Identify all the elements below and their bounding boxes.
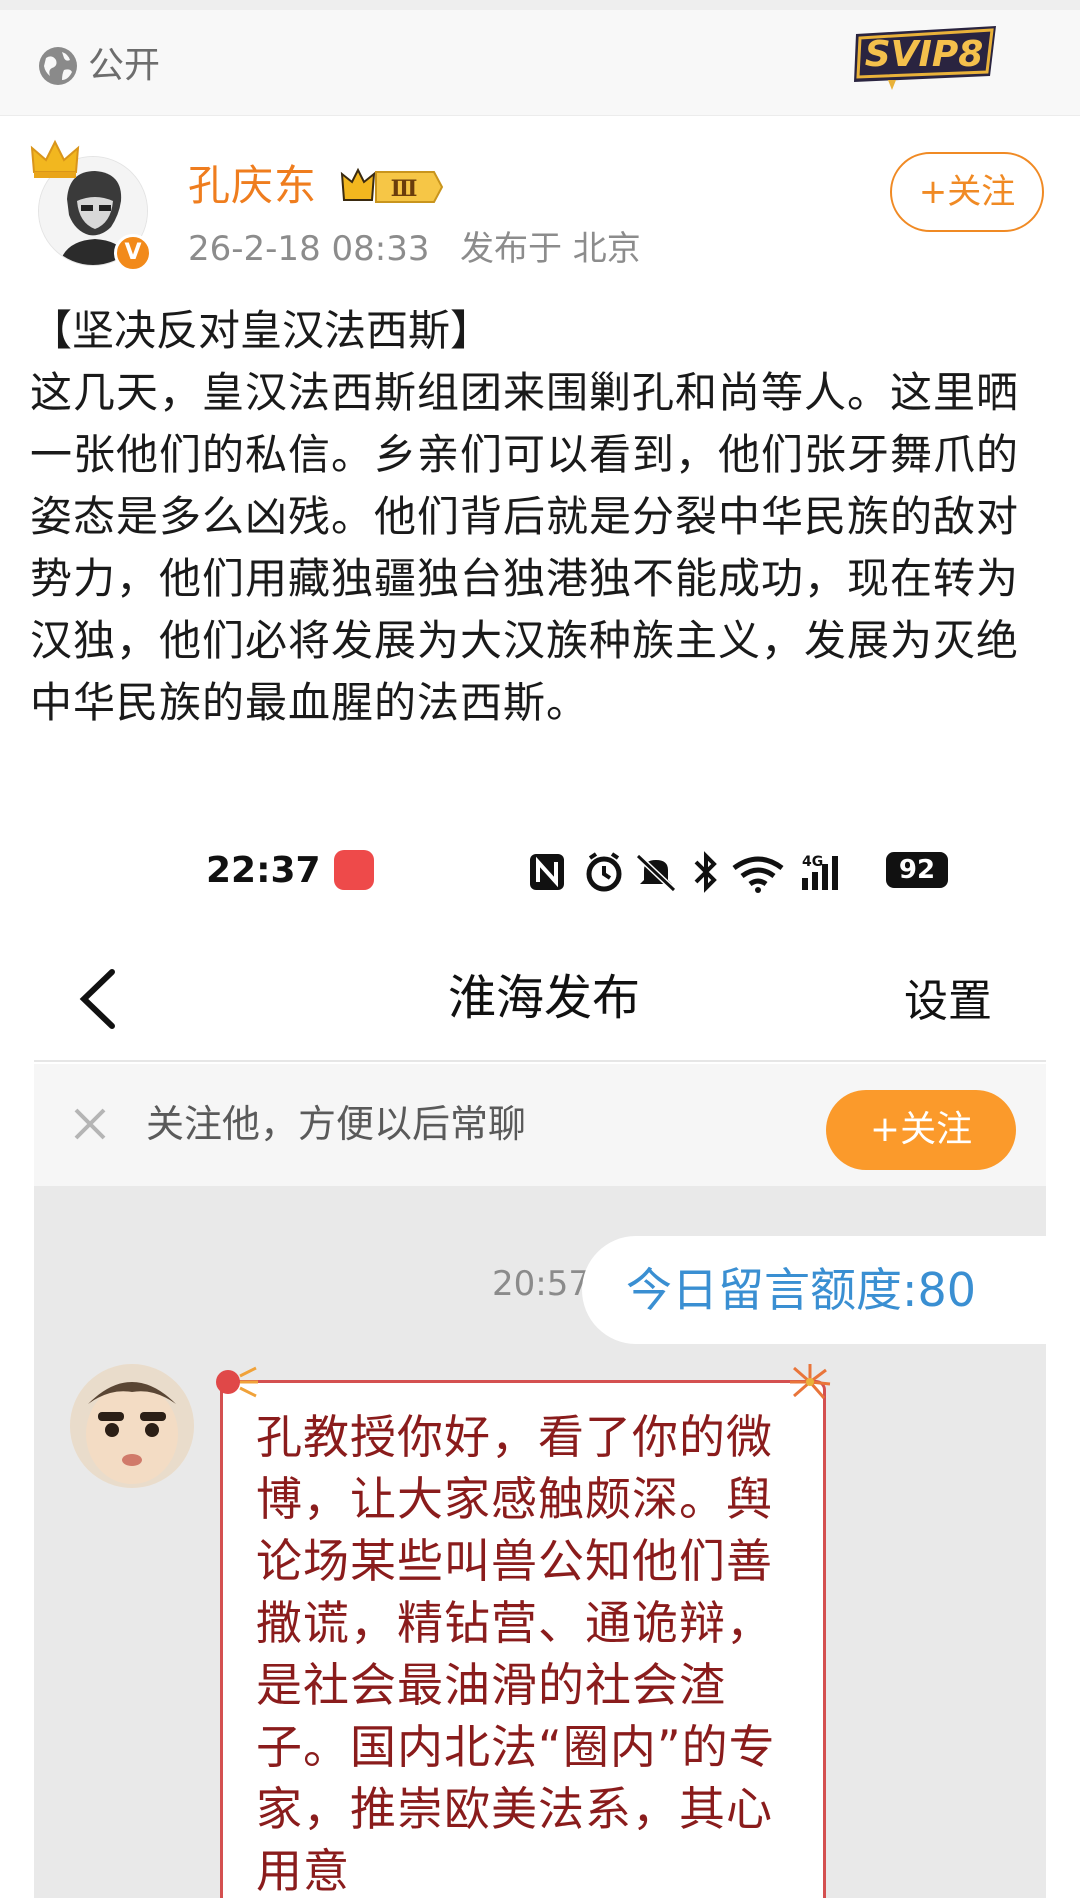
- network-label: 4G: [802, 854, 823, 870]
- back-icon[interactable]: [74, 966, 124, 1032]
- visibility-bar: 公开 SVIP8: [0, 10, 1080, 116]
- svip-badge: SVIP8: [854, 26, 996, 90]
- alarm-icon: [586, 852, 622, 892]
- battery-indicator: 92: [886, 852, 948, 888]
- wifi-icon: [732, 856, 784, 893]
- sender-avatar[interactable]: [70, 1364, 194, 1488]
- author-name[interactable]: 孔庆东: [188, 158, 317, 214]
- nfc-icon: [530, 854, 564, 890]
- mute-icon: [635, 853, 677, 893]
- post-time: 26-2-18 08:33: [188, 229, 430, 269]
- verified-icon: V: [114, 234, 152, 272]
- post-body: 这几天，皇汉法西斯组团来围剿孔和尚等人。这里晒一张他们的私信。乡亲们可以看到，他…: [30, 368, 1020, 727]
- prompt-follow-button[interactable]: +关注: [826, 1090, 1016, 1170]
- signal-icon: 4G: [802, 854, 838, 890]
- post-location: 发布于 北京: [460, 229, 641, 269]
- settings-button[interactable]: 设置: [904, 972, 992, 1032]
- follow-prompt-text: 关注他，方便以后常聊: [146, 1102, 527, 1146]
- svip-badge-text: SVIP8: [865, 34, 984, 75]
- status-time: 22:37: [206, 850, 321, 891]
- crown-icon: [30, 139, 80, 178]
- author-avatar-wrap[interactable]: V: [30, 139, 154, 272]
- level-badge: Ⅲ: [340, 167, 444, 203]
- globe-icon: [39, 47, 77, 85]
- chat-area: 20:57 今日留言额度:80 孔教授你好，看了你的微博，让大家感触颇深。舆论场…: [34, 1186, 1046, 1898]
- top-strip: [0, 0, 1080, 10]
- level-badge-text: Ⅲ: [391, 176, 418, 202]
- app-notification-icon: [334, 850, 374, 890]
- firecracker-deco-icon: [216, 1366, 258, 1398]
- quota-bubble: 今日留言额度:80: [582, 1236, 1046, 1344]
- follow-button[interactable]: +关注: [890, 152, 1044, 232]
- chat-timestamp: 20:57: [492, 1264, 590, 1304]
- message-text: 孔教授你好，看了你的微博，让大家感触颇深。舆论场某些叫兽公知他们善撒谎，精钻营、…: [256, 1410, 776, 1898]
- nav-title: 淮海发布: [447, 970, 640, 1026]
- firework-deco-icon: [790, 1364, 831, 1399]
- close-icon[interactable]: [72, 1106, 108, 1142]
- post-title: 【坚决反对皇汉法西斯】: [30, 306, 493, 355]
- bluetooth-icon: [694, 851, 717, 893]
- nav-bar: 淮海发布 设置: [34, 930, 1046, 1062]
- post-image-screenshot[interactable]: 22:37 4G 92 淮海发布 设置 关注他，方便以后常聊 +关注 20:57…: [34, 812, 1046, 1898]
- follow-prompt-bar: 关注他，方便以后常聊 +关注: [34, 1064, 1046, 1186]
- baby-face-illustration: [70, 1364, 194, 1488]
- quota-text: 今日留言额度:80: [626, 1263, 977, 1317]
- visibility-label: 公开: [88, 45, 161, 86]
